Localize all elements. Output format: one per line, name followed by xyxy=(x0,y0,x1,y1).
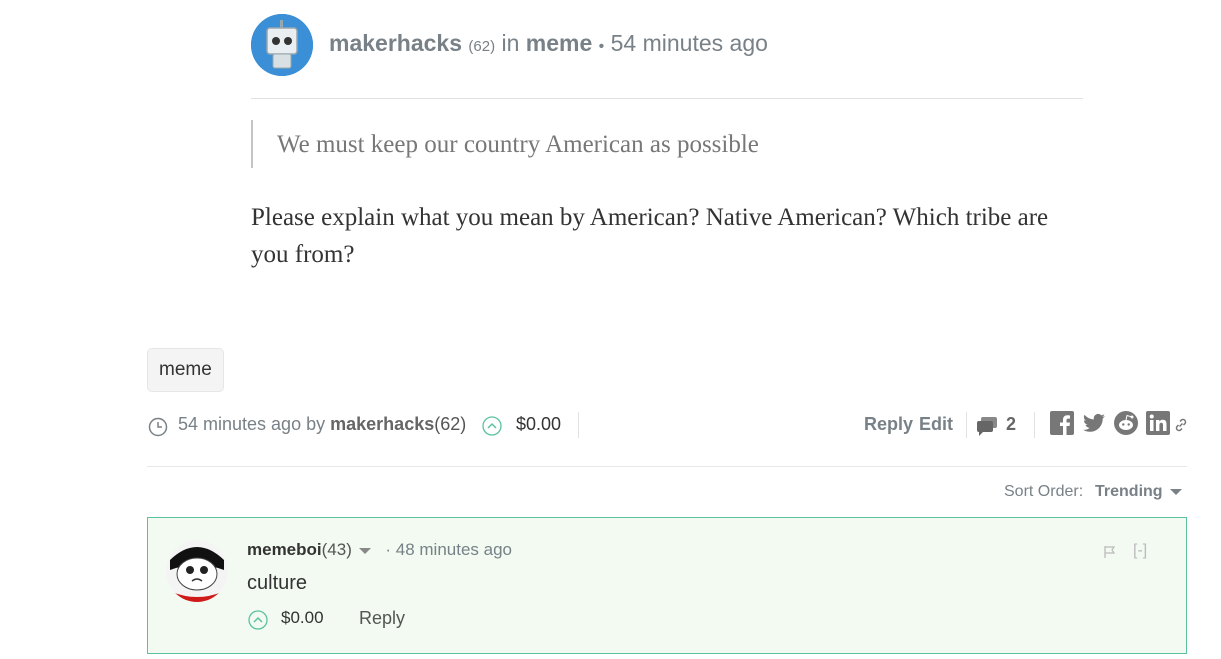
post-author-avatar[interactable] xyxy=(251,14,313,76)
caret-down-icon xyxy=(1170,489,1183,495)
reddit-icon[interactable] xyxy=(1114,411,1138,435)
comment-payout[interactable]: $0.00 xyxy=(281,608,324,628)
sort-order-label: Sort Order: xyxy=(1004,483,1084,500)
upvote-icon[interactable] xyxy=(482,416,502,436)
footer-meta: 54 minutes ago by makerhacks(62) xyxy=(178,414,466,435)
comment-body: culture xyxy=(247,572,308,594)
linkedin-icon[interactable] xyxy=(1146,411,1170,435)
facebook-icon[interactable] xyxy=(1050,411,1074,435)
comment-separator: · xyxy=(385,540,392,559)
footer-author-link[interactable]: makerhacks xyxy=(330,414,434,434)
comment-reply-button[interactable]: Reply xyxy=(359,608,405,629)
edit-button[interactable]: Edit xyxy=(919,414,953,435)
comment-author-reputation: (43) xyxy=(321,540,352,559)
footer-divider-line xyxy=(147,466,1187,467)
header-divider xyxy=(251,98,1083,99)
comment-author-link[interactable]: memeboi xyxy=(247,540,322,559)
post-bullet: • xyxy=(598,38,605,55)
reply-button[interactable]: Reply xyxy=(864,414,913,435)
footer-divider-2 xyxy=(966,412,967,438)
blockquote-text: We must keep our country American as pos… xyxy=(277,131,759,158)
post-meta: makerhacks (62) in meme • 54 minutes ago xyxy=(329,30,768,57)
sort-order-dropdown[interactable]: Trending xyxy=(1095,483,1183,501)
comment-timestamp[interactable]: 48 minutes ago xyxy=(396,540,512,559)
post-category-link[interactable]: meme xyxy=(526,30,592,56)
comment-count[interactable]: 2 xyxy=(1006,414,1016,435)
post-timestamp[interactable]: 54 minutes ago xyxy=(611,30,768,56)
post-in-label: in xyxy=(501,30,520,56)
comment-meta: memeboi(43) · 48 minutes ago xyxy=(247,540,512,560)
comment-upvote-icon[interactable] xyxy=(248,610,268,630)
footer-by-label: by xyxy=(306,414,326,434)
footer-author-reputation: (62) xyxy=(434,414,467,434)
twitter-icon[interactable] xyxy=(1082,411,1106,435)
flag-icon[interactable] xyxy=(1103,545,1117,559)
footer-divider-3 xyxy=(1034,412,1035,438)
tag-meme[interactable]: meme xyxy=(147,348,224,392)
author-menu-caret-icon[interactable] xyxy=(358,547,371,555)
post-payout[interactable]: $0.00 xyxy=(516,414,561,435)
post-author-link[interactable]: makerhacks xyxy=(329,30,462,56)
comment-author-avatar[interactable] xyxy=(166,540,228,602)
footer-timestamp[interactable]: 54 minutes ago xyxy=(178,414,301,434)
footer-divider xyxy=(578,412,579,438)
post-author-reputation: (62) xyxy=(468,38,496,55)
sort-order-value: Trending xyxy=(1095,483,1163,500)
comments-icon[interactable] xyxy=(976,416,998,436)
clock-icon xyxy=(148,417,168,437)
blockquote-bar xyxy=(251,120,253,168)
comment-collapse-toggle[interactable]: [-] xyxy=(1133,542,1147,560)
link-icon[interactable] xyxy=(1173,417,1189,433)
post-body-paragraph: Please explain what you mean by American… xyxy=(251,204,1049,268)
